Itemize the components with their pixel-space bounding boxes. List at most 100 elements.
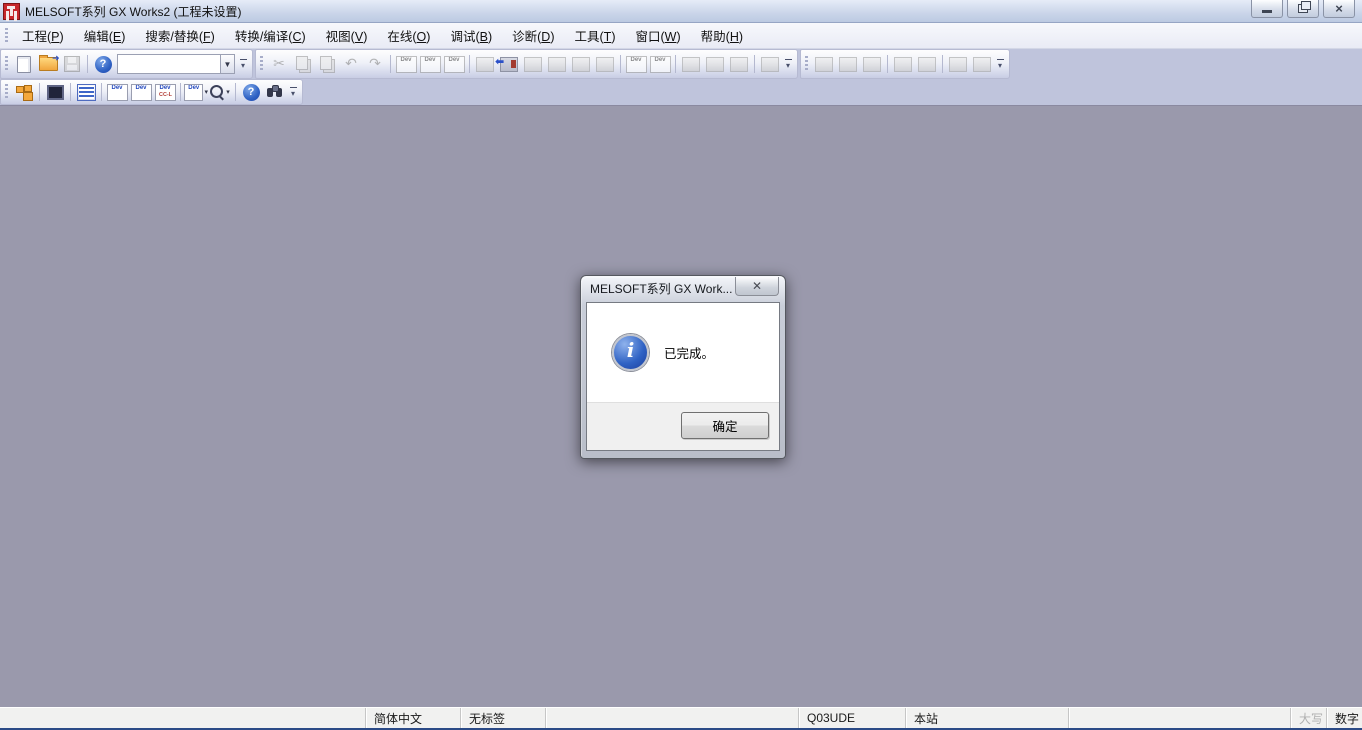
- monitor-mode-icon[interactable]: [521, 53, 545, 75]
- device-init-icon[interactable]: Dev: [442, 53, 466, 75]
- dialog-client-area: 已完成。 确定: [586, 302, 780, 451]
- info-icon: [612, 334, 649, 371]
- toolbar-separator: [887, 55, 888, 73]
- toolbar-grip[interactable]: [5, 84, 8, 100]
- toolbar-overflow-icon[interactable]: ▾: [994, 54, 1006, 74]
- toolbar-separator: [754, 55, 755, 73]
- monitor-stop-icon[interactable]: [593, 53, 617, 75]
- minimize-icon: [1262, 10, 1272, 13]
- toolbar-group-edit-online: ✂↶↷DevDevDevDevDev▾: [255, 49, 798, 79]
- menu-5[interactable]: 视图(V): [316, 26, 378, 48]
- menu-3[interactable]: 搜索/替换(F): [135, 26, 224, 48]
- app-logo-icon: [3, 3, 20, 20]
- menu-10[interactable]: 窗口(W): [625, 26, 690, 48]
- save-project-icon[interactable]: [60, 53, 84, 75]
- write-to-plc-icon[interactable]: [473, 53, 497, 75]
- module-configuration-icon[interactable]: [43, 81, 67, 103]
- dialog-footer: 确定: [587, 402, 779, 450]
- new-project-icon[interactable]: [12, 53, 36, 75]
- toolbar-combobox: ▼: [117, 54, 235, 74]
- note-edit-icon[interactable]: [727, 53, 751, 75]
- ladder-unwrap-icon[interactable]: [970, 53, 994, 75]
- status-大写: 大写: [1290, 708, 1326, 728]
- toolbar-separator: [675, 55, 676, 73]
- ladder-search-icon[interactable]: [891, 53, 915, 75]
- message-dialog: MELSOFT系列 GX Work... ✕ 已完成。 确定: [580, 275, 786, 459]
- device-batch-icon[interactable]: Dev: [129, 81, 153, 103]
- monitor-start-icon[interactable]: [569, 53, 593, 75]
- application-window: MELSOFT系列 GX Works2 (工程未设置) × 工程(P)编辑(E)…: [0, 0, 1362, 730]
- toolbar-group-ladder: ▾: [800, 49, 1010, 79]
- ladder-pulse-icon[interactable]: [860, 53, 884, 75]
- menu-4[interactable]: 转换/编译(C): [225, 26, 316, 48]
- dialog-message: 已完成。: [664, 343, 714, 362]
- menu-1[interactable]: 工程(P): [12, 26, 74, 48]
- toolbar-group-view-tools: DevDevDevCC-LDev▾▾?▾: [0, 79, 303, 105]
- menubar-grip[interactable]: [5, 28, 8, 44]
- toolbar-combobox-input[interactable]: [117, 54, 220, 74]
- toolbar-overflow-icon[interactable]: ▾: [782, 54, 794, 74]
- toolbar-separator: [70, 83, 71, 101]
- read-from-plc-icon[interactable]: [497, 53, 521, 75]
- device-find-icon[interactable]: Dev: [105, 81, 129, 103]
- project-tree-icon[interactable]: [12, 81, 36, 103]
- menu-6[interactable]: 在线(O): [377, 26, 440, 48]
- toolbar-separator: [620, 55, 621, 73]
- find-icon[interactable]: [263, 81, 287, 103]
- toolbar-separator: [390, 55, 391, 73]
- ladder-jump-icon[interactable]: [915, 53, 939, 75]
- device-test-end-icon[interactable]: Dev: [648, 53, 672, 75]
- ok-button[interactable]: 确定: [681, 412, 769, 439]
- redo-icon[interactable]: ↷: [363, 53, 387, 75]
- toolbar-grip[interactable]: [260, 56, 263, 72]
- ladder-close-contact-icon[interactable]: [836, 53, 860, 75]
- program-list-icon[interactable]: [74, 81, 98, 103]
- restore-icon: [1298, 4, 1308, 13]
- status-本站: 本站: [905, 708, 1068, 728]
- menu-8[interactable]: 诊断(D): [502, 26, 564, 48]
- help-icon[interactable]: ?: [239, 81, 263, 103]
- cut-icon[interactable]: ✂: [267, 53, 291, 75]
- status-Q03UDE: Q03UDE: [798, 708, 905, 728]
- toolbar-overflow-icon[interactable]: ▾: [237, 54, 249, 74]
- toolbar-grip[interactable]: [805, 56, 808, 72]
- toolbar-grip[interactable]: [5, 56, 8, 72]
- toolbar-row-1: ?▼▾✂↶↷DevDevDevDevDev▾▾: [0, 49, 1362, 79]
- open-project-icon[interactable]: [36, 53, 60, 75]
- menu-11[interactable]: 帮助(H): [691, 26, 753, 48]
- status-empty-6: [1068, 708, 1290, 728]
- minimize-button[interactable]: [1251, 0, 1283, 18]
- device-display-icon[interactable]: Dev▾: [184, 81, 208, 103]
- menu-bar: 工程(P)编辑(E)搜索/替换(F)转换/编译(C)视图(V)在线(O)调试(B…: [0, 23, 1362, 49]
- dialog-close-button[interactable]: ✕: [735, 277, 779, 296]
- status-bar: 简体中文无标签Q03UDE本站大写数字: [0, 707, 1362, 730]
- copy-icon[interactable]: [291, 53, 315, 75]
- ladder-open-contact-icon[interactable]: [812, 53, 836, 75]
- ladder-wrap-icon[interactable]: [946, 53, 970, 75]
- statement-edit-icon[interactable]: [703, 53, 727, 75]
- workspace: MELSOFT系列 GX Work... ✕ 已完成。 确定: [0, 105, 1362, 707]
- toolbar-overflow-icon[interactable]: ▾: [287, 82, 299, 102]
- device-memory-icon[interactable]: Dev: [418, 53, 442, 75]
- comment-edit-icon[interactable]: [679, 53, 703, 75]
- help-icon[interactable]: ?: [91, 53, 115, 75]
- device-ccl-icon[interactable]: DevCC-L: [153, 81, 177, 103]
- close-button[interactable]: ×: [1323, 0, 1355, 18]
- monitor-screen-icon[interactable]: [758, 53, 782, 75]
- menu-7[interactable]: 调试(B): [440, 26, 502, 48]
- title-bar: MELSOFT系列 GX Works2 (工程未设置) ×: [0, 0, 1362, 23]
- monitor-write-mode-icon[interactable]: [545, 53, 569, 75]
- menu-2[interactable]: 编辑(E): [74, 26, 136, 48]
- paste-icon[interactable]: [315, 53, 339, 75]
- undo-icon[interactable]: ↶: [339, 53, 363, 75]
- toolbar-separator: [87, 55, 88, 73]
- device-search-icon[interactable]: ▾: [208, 81, 232, 103]
- chevron-down-icon[interactable]: ▼: [220, 54, 235, 74]
- menu-9[interactable]: 工具(T): [565, 26, 626, 48]
- dialog-body: 已完成。: [587, 303, 779, 402]
- window-controls: ×: [1251, 0, 1355, 18]
- restore-button[interactable]: [1287, 0, 1319, 18]
- device-test-start-icon[interactable]: Dev: [624, 53, 648, 75]
- toolbar-separator: [180, 83, 181, 101]
- device-comment-icon[interactable]: Dev: [394, 53, 418, 75]
